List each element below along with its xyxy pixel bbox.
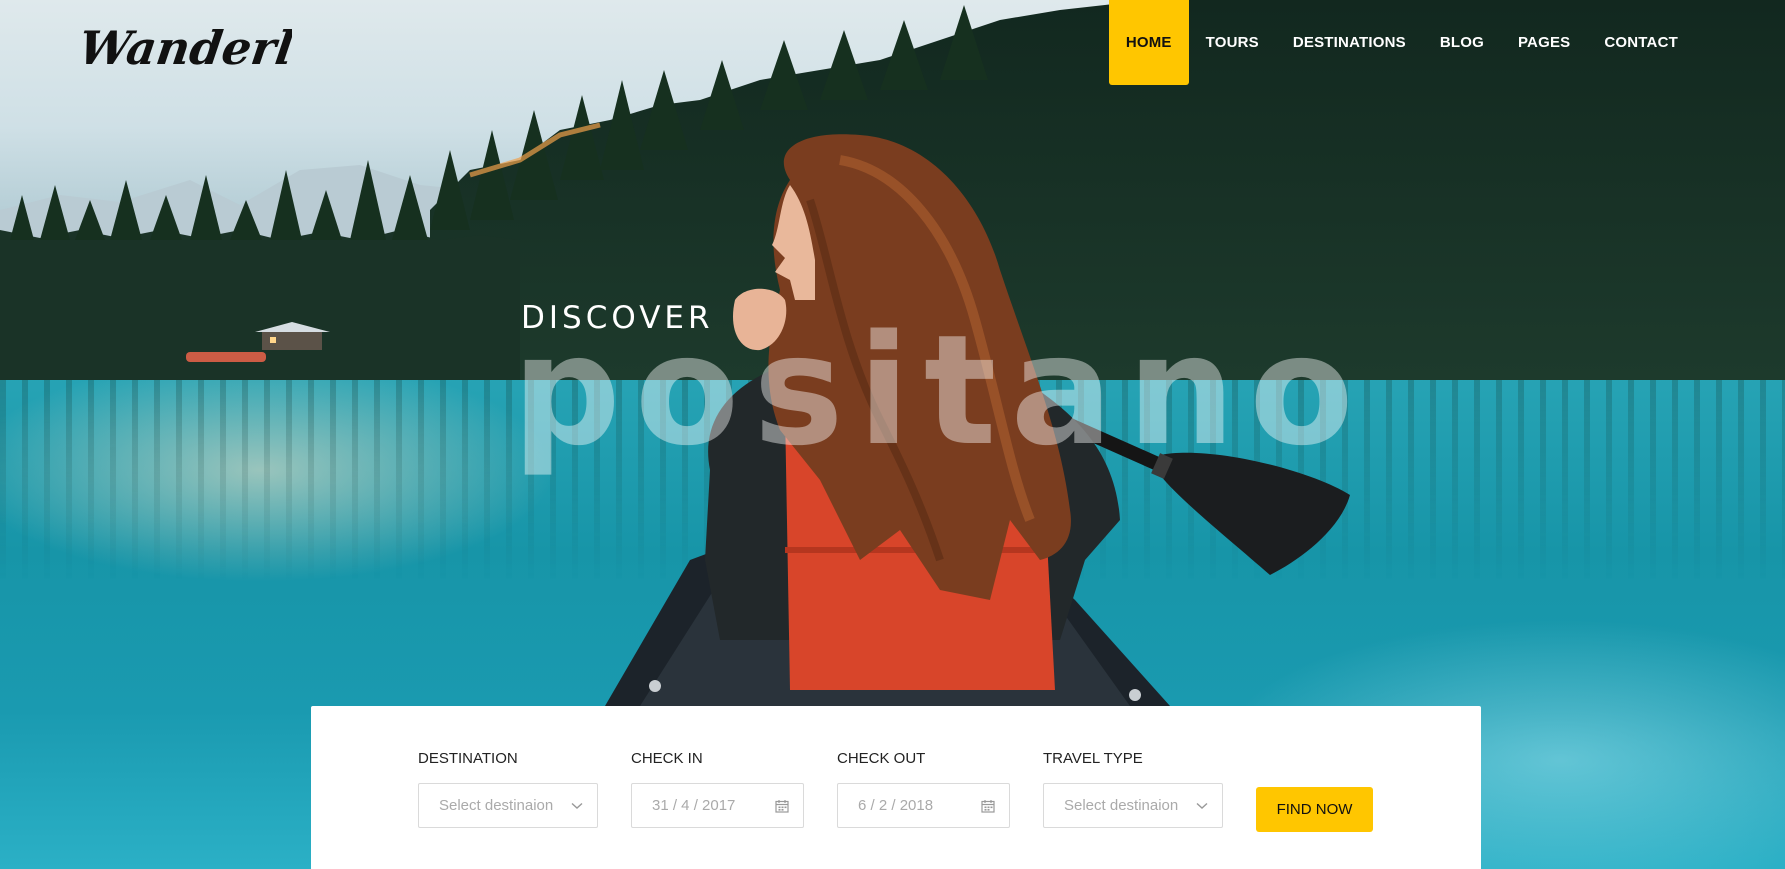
- check-in-label: CHECK IN: [631, 750, 703, 767]
- travel-type-label: TRAVEL TYPE: [1043, 750, 1143, 767]
- destination-label: DESTINATION: [418, 750, 518, 767]
- destination-select[interactable]: Select destinaion: [418, 783, 598, 828]
- nav-destinations[interactable]: DESTINATIONS: [1276, 0, 1423, 85]
- find-now-button[interactable]: FIND NOW: [1256, 787, 1373, 832]
- check-in-field: CHECK IN 31 / 4 / 2017: [631, 750, 804, 828]
- nav-blog[interactable]: BLOG: [1423, 0, 1501, 85]
- destination-value: Select destinaion: [439, 797, 554, 814]
- main-nav: HOME TOURS DESTINATIONS BLOG PAGES CONTA…: [1108, 0, 1695, 85]
- nav-tours[interactable]: TOURS: [1189, 0, 1276, 85]
- check-out-date-input[interactable]: 6 / 2 / 2018: [837, 783, 1010, 828]
- check-out-field: CHECK OUT 6 / 2 / 2018: [837, 750, 1010, 828]
- search-card: DESTINATION Select destinaion CHECK IN 3…: [311, 706, 1481, 869]
- check-out-label: CHECK OUT: [837, 750, 926, 767]
- chevron-down-icon: [1196, 802, 1208, 809]
- check-in-value: 31 / 4 / 2017: [652, 797, 736, 814]
- destination-field: DESTINATION Select destinaion: [418, 750, 598, 828]
- travel-type-field: TRAVEL TYPE Select destinaion: [1043, 750, 1223, 828]
- nav-pages[interactable]: PAGES: [1501, 0, 1587, 85]
- calendar-icon: [981, 799, 995, 813]
- check-out-value: 6 / 2 / 2018: [858, 797, 934, 814]
- brand-logo[interactable]: Wanderlust: [82, 14, 292, 84]
- nav-home[interactable]: HOME: [1108, 0, 1189, 85]
- hero-headline: positano: [512, 302, 1368, 479]
- travel-type-value: Select destinaion: [1064, 797, 1179, 814]
- nav-contact[interactable]: CONTACT: [1587, 0, 1695, 85]
- travel-type-select[interactable]: Select destinaion: [1043, 783, 1223, 828]
- svg-text:Wanderlust: Wanderlust: [82, 21, 292, 75]
- check-in-date-input[interactable]: 31 / 4 / 2017: [631, 783, 804, 828]
- calendar-icon: [775, 799, 789, 813]
- chevron-down-icon: [571, 802, 583, 809]
